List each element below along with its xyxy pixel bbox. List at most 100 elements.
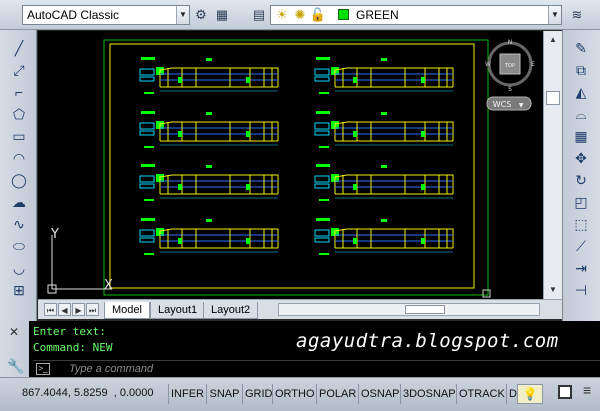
command-window-handle[interactable]: ✕ 🔧	[0, 321, 29, 377]
chevron-down-icon[interactable]: ▼	[176, 6, 189, 24]
toggle-snap[interactable]: SNAP	[206, 384, 242, 404]
mirror-icon[interactable]: ◭	[571, 82, 591, 102]
circle-icon[interactable]: ◯	[9, 170, 29, 190]
cad-stroke	[139, 175, 155, 183]
toggle-ortho[interactable]: ORTHO	[272, 384, 316, 404]
toggle-infer[interactable]: INFER	[168, 384, 206, 404]
tab-layout2[interactable]: Layout2	[203, 302, 259, 319]
toggle-osnap[interactable]: OSNAP	[358, 384, 400, 404]
first-tab-icon[interactable]: ⏮	[44, 303, 57, 316]
workspace-dropdown[interactable]: AutoCAD Classic ▼	[22, 5, 190, 25]
stretch-icon[interactable]: ⬚	[571, 214, 591, 234]
wrench-icon[interactable]: 🔧	[7, 358, 24, 375]
rectangle-icon[interactable]: ▭	[9, 126, 29, 146]
erase-icon[interactable]: ✎	[571, 38, 591, 58]
modify-toolbar: ✎ ⧉ ◭ ⌓ ▦ ✥ ↻ ◰ ⬚ ⟋ ⇥ ⊣	[562, 30, 600, 321]
polygon-icon[interactable]: ⬠	[9, 104, 29, 124]
ellipse-arc-icon[interactable]: ◡	[9, 258, 29, 278]
model-space-canvas[interactable]: Y X TOP N S E W WCS ▼	[38, 31, 543, 299]
scroll-up-icon[interactable]: ▲	[546, 33, 560, 47]
command-history-line: Command: NEW	[33, 341, 113, 354]
cad-stroke	[353, 238, 357, 244]
toggle-grid[interactable]: GRID	[242, 384, 273, 404]
toggle-ducs[interactable]: D	[506, 384, 517, 404]
toggle-otrack[interactable]: OTRACK	[456, 384, 506, 404]
cad-stroke	[314, 130, 330, 136]
toggle-3dosnap[interactable]: 3DOSNAP	[400, 384, 456, 404]
cad-stroke	[334, 121, 454, 141]
command-window: ✕ 🔧 Enter text: Command: NEW agayudtra.b…	[0, 321, 600, 377]
insert-block-icon[interactable]: ⊞	[9, 280, 29, 300]
layer-properties-icon[interactable]: ▤	[250, 6, 268, 24]
revision-cloud-icon[interactable]: ☁	[9, 192, 29, 212]
lightbulb-icon[interactable]: ☀	[273, 6, 291, 24]
match-properties-icon[interactable]: ≋	[568, 6, 586, 24]
horizontal-scrollbar[interactable]	[278, 303, 540, 316]
scroll-down-icon[interactable]: ▼	[546, 283, 560, 297]
cad-stroke	[421, 184, 425, 190]
detail-tag	[319, 253, 329, 255]
cad-stroke	[314, 229, 330, 237]
array-icon[interactable]: ▦	[571, 126, 591, 146]
layer-dropdown[interactable]: ☀ ✺ 🔓 GREEN ▼	[270, 5, 562, 25]
arc-icon[interactable]: ◠	[9, 148, 29, 168]
last-tab-icon[interactable]: ⏭	[86, 303, 99, 316]
scroll-thumb[interactable]	[546, 91, 560, 105]
rotate-icon[interactable]: ↻	[571, 170, 591, 190]
cad-stroke	[353, 77, 357, 83]
cad-stroke	[159, 121, 279, 141]
polyline-icon[interactable]: ⌐	[9, 82, 29, 102]
tab-layout1[interactable]: Layout1	[150, 302, 206, 319]
ellipse-icon[interactable]: ⬭	[9, 236, 29, 256]
drawing-svg: Y X TOP N S E W WCS ▼	[47, 39, 535, 298]
cad-stroke	[421, 77, 425, 83]
cad-stroke	[314, 237, 330, 243]
extend-icon[interactable]: ⇥	[571, 258, 591, 278]
detail-tag	[141, 111, 155, 114]
lock-icon[interactable]: 🔓	[309, 6, 327, 24]
close-icon[interactable]: ✕	[9, 325, 19, 339]
line-icon[interactable]: ╱	[9, 38, 29, 58]
copy-icon[interactable]: ⧉	[571, 60, 591, 80]
scroll-thumb[interactable]	[405, 305, 445, 314]
vertical-scrollbar[interactable]: ▲ ▼	[543, 31, 562, 299]
tab-model[interactable]: Model	[104, 302, 150, 319]
detail-tag	[316, 218, 330, 221]
cad-stroke	[314, 68, 330, 76]
offset-icon[interactable]: ⌓	[571, 104, 591, 124]
construction-line-icon[interactable]: ⤢	[9, 60, 29, 80]
trim-icon[interactable]: ⟋	[571, 236, 591, 256]
next-tab-icon[interactable]: ▶	[72, 303, 85, 316]
scale-icon[interactable]: ◰	[571, 192, 591, 212]
layer-name: GREEN	[356, 8, 399, 22]
spline-icon[interactable]: ∿	[9, 214, 29, 234]
detail-tag	[319, 146, 329, 148]
gear-icon[interactable]: ⚙	[192, 6, 210, 24]
cad-stroke	[421, 238, 425, 244]
status-menu-icon[interactable]: ≡	[583, 382, 591, 398]
cad-stroke	[246, 238, 250, 244]
break-icon[interactable]: ⊣	[571, 280, 591, 300]
sheet-frame	[109, 43, 475, 289]
clean-screen-icon[interactable]	[558, 385, 572, 399]
chevron-down-icon[interactable]: ▼	[548, 6, 561, 24]
detail-tag	[206, 112, 212, 115]
cad-stroke	[334, 174, 454, 194]
lightbulb-icon[interactable]: 💡	[517, 384, 543, 404]
workspace-dropdown-value: AutoCAD Classic	[27, 8, 120, 22]
command-history-line: Enter text:	[33, 325, 106, 338]
sun-icon[interactable]: ✺	[291, 6, 309, 24]
toggle-polar[interactable]: POLAR	[316, 384, 358, 404]
cad-stroke	[139, 229, 155, 237]
viewcube[interactable]: TOP N S E W WCS ▼	[485, 39, 535, 111]
command-prompt-icon[interactable]: >_	[36, 363, 50, 375]
detail-tag	[144, 146, 154, 148]
coordinate-readout: 867.4044, 5.8259 , 0.0000	[22, 387, 154, 399]
prev-tab-icon[interactable]: ◀	[58, 303, 71, 316]
move-icon[interactable]: ✥	[571, 148, 591, 168]
detail-tag	[141, 164, 155, 167]
command-input[interactable]: >_ Type a command	[33, 360, 600, 377]
wcs-label: WCS	[493, 100, 512, 109]
compass-west: W	[485, 61, 491, 68]
workspace-icon[interactable]: ▦	[213, 6, 231, 24]
